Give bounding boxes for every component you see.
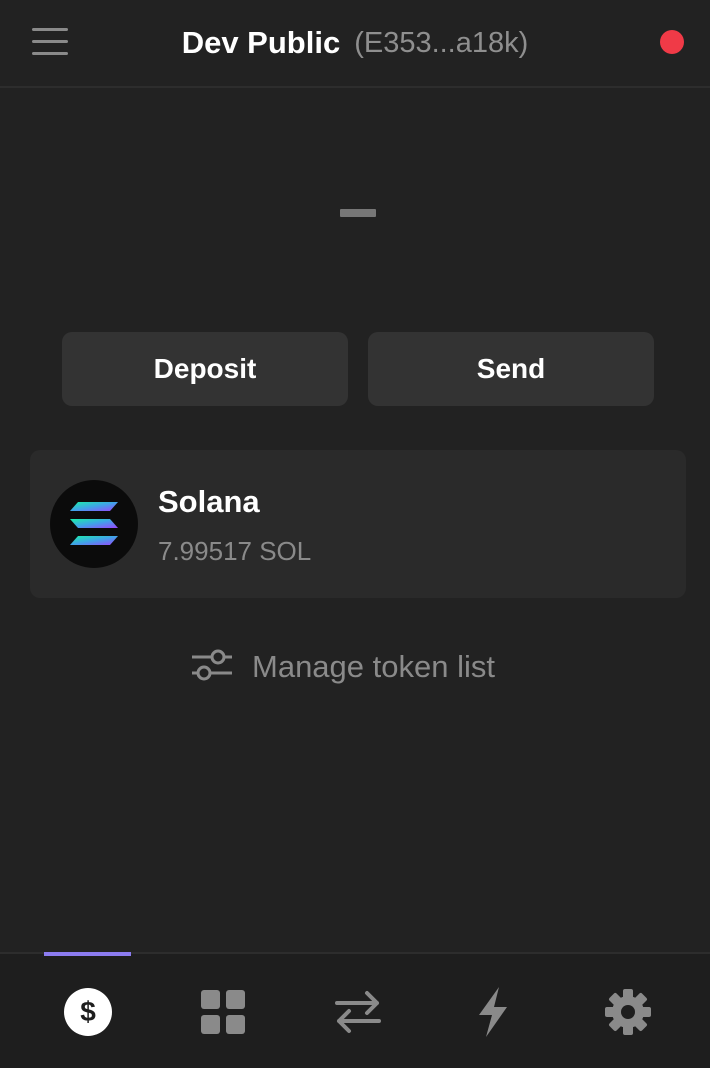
tab-activity[interactable] [465,984,521,1040]
send-button[interactable]: Send [368,332,654,406]
deposit-button[interactable]: Deposit [62,332,348,406]
wallet-selector[interactable]: Dev Public (E353...a18k) [0,0,710,86]
header: Dev Public (E353...a18k) [0,0,710,88]
swap-arrows-icon [335,991,381,1033]
manage-token-list-label: Manage token list [252,649,495,684]
gear-icon [605,989,651,1035]
grid-icon [201,990,245,1034]
tab-settings[interactable] [600,984,656,1040]
token-name: Solana [158,484,260,519]
wallet-address: (E353...a18k) [354,26,529,59]
tab-balances[interactable]: $ [60,984,116,1040]
token-amount: 7.99517 SOL [158,536,312,566]
lightning-icon [479,987,507,1037]
sliders-icon [190,647,234,688]
balance-placeholder [340,209,376,217]
bottom-tab-bar: $ [0,952,710,1068]
wallet-name: Dev Public [181,25,341,60]
solana-logo-icon [50,480,138,568]
active-tab-indicator [44,952,131,956]
connection-status-dot[interactable] [660,30,684,54]
tab-apps[interactable] [195,984,251,1040]
manage-token-list-button[interactable]: Manage token list [190,644,495,690]
tab-swap[interactable] [330,984,386,1040]
dollar-icon: $ [64,988,112,1036]
token-row-solana[interactable]: Solana 7.99517 SOL [30,450,686,598]
